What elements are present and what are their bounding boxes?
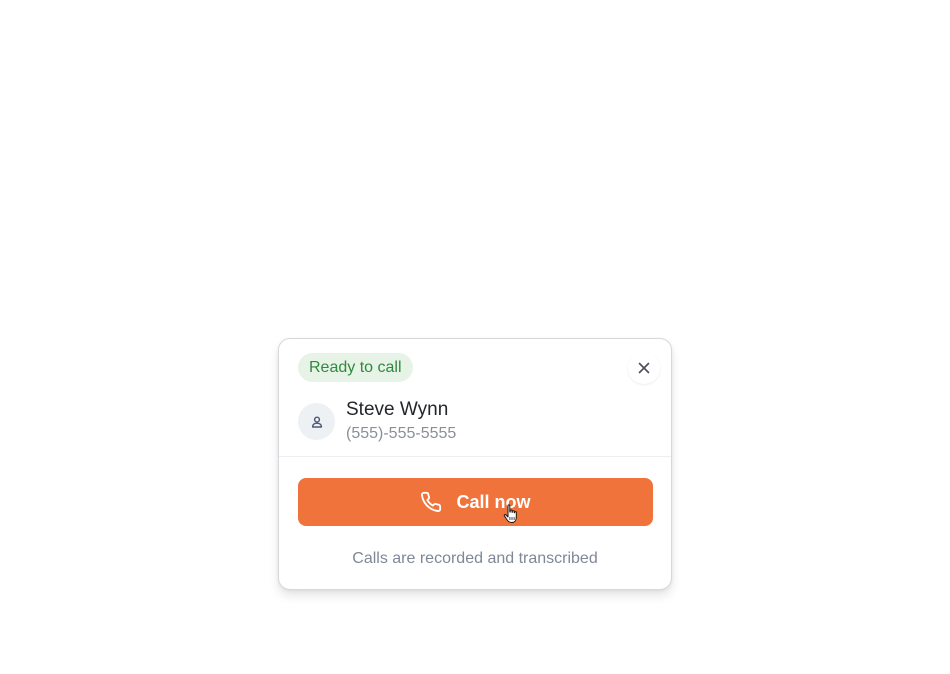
contact-name: Steve Wynn [346,399,449,420]
contact-phone: (555)-555-5555 [346,425,457,442]
person-icon [311,415,322,428]
status-badge: Ready to call [298,353,413,382]
phone-icon [420,491,442,513]
close-button[interactable] [628,352,660,384]
call-card: Ready to call Steve Wynn (555)-555-5555 … [278,338,672,590]
call-now-label: Call now [456,491,531,512]
close-icon [638,362,650,374]
footer-note: Calls are recorded and transcribed [352,550,598,567]
divider [279,456,671,457]
avatar [298,403,335,440]
call-now-button[interactable]: Call now [298,478,653,526]
